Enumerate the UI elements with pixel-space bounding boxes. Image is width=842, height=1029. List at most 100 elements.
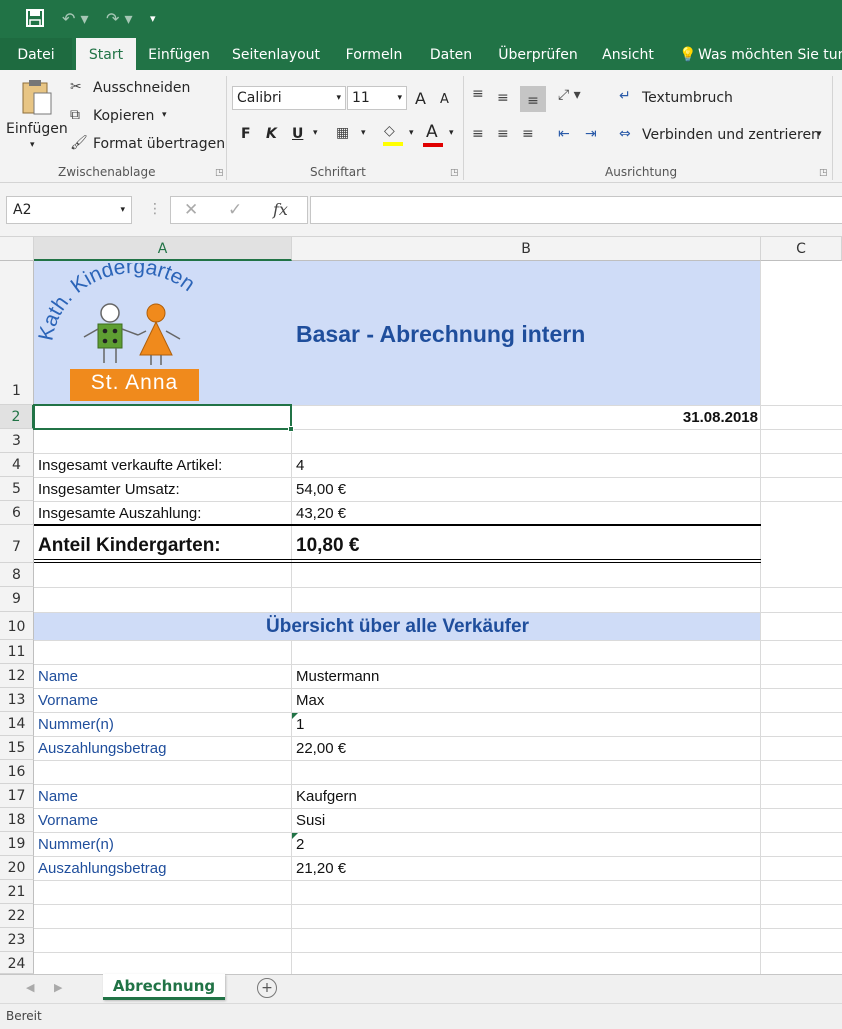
row-header[interactable]: 17 — [0, 784, 34, 808]
chevron-down-icon[interactable]: ▾ — [409, 128, 414, 138]
dialog-launcher-icon[interactable]: ◳ — [450, 168, 459, 178]
row-header[interactable]: 3 — [0, 429, 34, 453]
report-date[interactable]: 31.08.2018 — [683, 409, 758, 426]
cut-button[interactable]: Ausschneiden — [93, 80, 190, 96]
chevron-down-icon[interactable]: ▾ — [817, 129, 822, 139]
formula-input[interactable] — [310, 196, 842, 224]
row-header[interactable]: 24 — [0, 952, 34, 974]
name-box[interactable]: A2 ▾ — [6, 196, 132, 224]
row-header[interactable]: 16 — [0, 760, 34, 784]
format-painter-icon[interactable]: 🖌 — [70, 135, 88, 151]
tab-daten[interactable]: Daten — [420, 38, 482, 70]
merge-center-icon[interactable]: ⇔ — [619, 126, 631, 142]
paste-icon[interactable] — [20, 78, 54, 120]
align-bottom-icon[interactable]: ≡ — [520, 86, 546, 112]
share-label[interactable]: Anteil Kindergarten: — [38, 535, 221, 557]
tab-formeln[interactable]: Formeln — [336, 38, 412, 70]
seller-payout-label[interactable]: Auszahlungsbetrag — [38, 740, 166, 757]
shrink-font-button[interactable]: A — [440, 92, 449, 107]
seller-payout-label[interactable]: Auszahlungsbetrag — [38, 860, 166, 877]
seller-payout[interactable]: 21,20 € — [296, 860, 346, 877]
row-header[interactable]: 2 — [0, 405, 34, 429]
row-header[interactable]: 9 — [0, 587, 34, 612]
borders-icon[interactable]: ▦ — [336, 125, 349, 141]
dialog-launcher-icon[interactable]: ◳ — [819, 168, 828, 178]
sheet-tab-abrechnung[interactable]: Abrechnung — [103, 974, 225, 1000]
fill-handle[interactable] — [288, 426, 294, 432]
sheet-title[interactable]: Basar - Abrechnung intern — [296, 321, 585, 348]
tab-start[interactable]: Start — [76, 38, 136, 70]
summary-value[interactable]: 43,20 € — [296, 505, 346, 522]
seller-name-label[interactable]: Name — [38, 788, 78, 805]
add-sheet-icon[interactable]: + — [257, 978, 277, 998]
summary-label[interactable]: Insgesamt verkaufte Artikel: — [38, 457, 222, 474]
grow-font-button[interactable]: A — [415, 89, 426, 108]
customize-icon[interactable]: ▾ — [150, 12, 156, 25]
decrease-indent-icon[interactable]: ⇤ — [558, 126, 570, 142]
fill-color-icon[interactable]: ◇ — [383, 123, 403, 146]
tell-me-search[interactable]: Was möchten Sie tun — [698, 38, 842, 70]
seller-number-label[interactable]: Nummer(n) — [38, 716, 114, 733]
italic-button[interactable]: K — [266, 126, 277, 142]
tab-seitenlayout[interactable]: Seitenlayout — [224, 38, 328, 70]
insert-function-icon[interactable]: fx — [273, 200, 288, 219]
seller-name-label[interactable]: Name — [38, 668, 78, 685]
seller-first[interactable]: Susi — [296, 812, 325, 829]
scroll-right-icon[interactable]: ▶ — [54, 981, 62, 994]
seller-number[interactable]: 1 — [296, 716, 304, 733]
overview-title[interactable]: Übersicht über alle Verkäufer — [34, 616, 761, 638]
seller-name[interactable]: Mustermann — [296, 668, 379, 685]
seller-payout[interactable]: 22,00 € — [296, 740, 346, 757]
seller-number-label[interactable]: Nummer(n) — [38, 836, 114, 853]
row-header[interactable]: 22 — [0, 904, 34, 928]
row-header[interactable]: 10 — [0, 612, 34, 640]
align-middle-icon[interactable]: ≡ — [497, 90, 509, 106]
summary-value[interactable]: 54,00 € — [296, 481, 346, 498]
bold-button[interactable]: F — [241, 126, 251, 142]
select-all-corner[interactable] — [0, 237, 34, 261]
column-header-b[interactable]: B — [292, 237, 761, 261]
summary-label[interactable]: Insgesamter Umsatz: — [38, 481, 180, 498]
align-right-icon[interactable]: ≡ — [522, 126, 534, 142]
paste-label[interactable]: Einfügen — [6, 121, 68, 137]
chevron-down-icon[interactable]: ▾ — [361, 128, 366, 138]
format-painter-button[interactable]: Format übertragen — [93, 136, 225, 152]
seller-first-label[interactable]: Vorname — [38, 692, 98, 709]
chevron-down-icon[interactable]: ▾ — [162, 110, 167, 120]
enter-icon[interactable]: ✓ — [228, 200, 242, 220]
align-left-icon[interactable]: ≡ — [472, 126, 484, 142]
chevron-down-icon[interactable]: ▾ — [449, 128, 454, 138]
row-header[interactable]: 11 — [0, 640, 34, 664]
font-name-dropdown[interactable]: Calibri ▾ — [232, 86, 346, 110]
row-header[interactable]: 18 — [0, 808, 34, 832]
scissors-icon[interactable]: ✂ — [70, 79, 82, 95]
cancel-icon[interactable]: ✕ — [184, 200, 198, 220]
row-header[interactable]: 19 — [0, 832, 34, 856]
underline-button[interactable]: U — [292, 126, 303, 142]
font-size-dropdown[interactable]: 11 ▾ — [347, 86, 407, 110]
chevron-down-icon[interactable]: ▾ — [30, 140, 35, 150]
row-header[interactable]: 15 — [0, 736, 34, 760]
seller-first-label[interactable]: Vorname — [38, 812, 98, 829]
increase-indent-icon[interactable]: ⇥ — [585, 126, 597, 142]
redo-icon[interactable]: ↷ ▾ — [106, 9, 133, 28]
row-header[interactable]: 20 — [0, 856, 34, 880]
undo-icon[interactable]: ↶ ▾ — [62, 9, 89, 28]
column-header-a[interactable]: A — [34, 237, 292, 261]
row-header[interactable]: 14 — [0, 712, 34, 736]
copy-button[interactable]: Kopieren — [93, 108, 154, 124]
row-header[interactable]: 23 — [0, 928, 34, 952]
row-header[interactable]: 7 — [0, 525, 34, 563]
seller-first[interactable]: Max — [296, 692, 324, 709]
column-header-c[interactable]: C — [761, 237, 842, 261]
wrap-text-icon[interactable]: ↵ — [619, 88, 631, 104]
tab-einfuegen[interactable]: Einfügen — [140, 38, 218, 70]
tab-ansicht[interactable]: Ansicht — [594, 38, 662, 70]
row-header[interactable]: 5 — [0, 477, 34, 501]
font-color-button[interactable]: A — [423, 122, 443, 147]
tab-datei[interactable]: Datei — [0, 38, 72, 70]
summary-value[interactable]: 4 — [296, 457, 304, 474]
dialog-launcher-icon[interactable]: ◳ — [215, 168, 224, 178]
chevron-down-icon[interactable]: ▾ — [313, 128, 318, 138]
save-icon[interactable] — [26, 9, 44, 31]
